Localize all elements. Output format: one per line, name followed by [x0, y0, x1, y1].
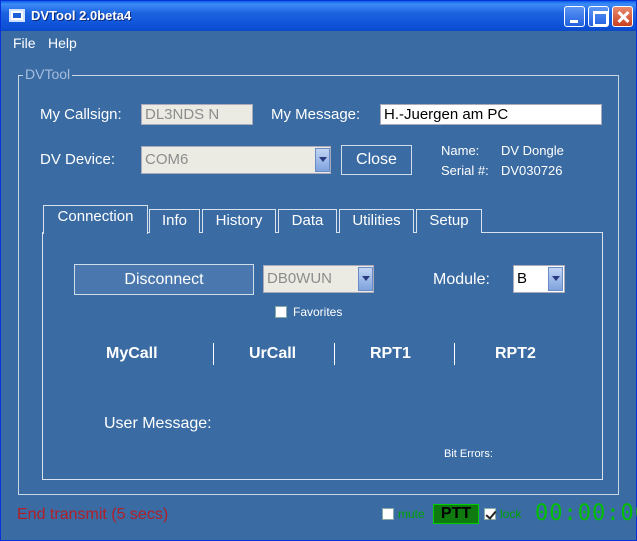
- device-label: DV Device:: [40, 151, 116, 168]
- column-mycall: MyCall: [106, 345, 158, 362]
- name-value: DV Dongle: [501, 143, 564, 158]
- column-rpt2: RPT2: [495, 345, 536, 362]
- window-title: DVTool 2.0beta4: [31, 8, 132, 23]
- title-bar[interactable]: DVTool 2.0beta4: [1, 1, 636, 31]
- chevron-down-icon[interactable]: [358, 267, 373, 291]
- column-rpt1: RPT1: [370, 345, 411, 362]
- close-window-button[interactable]: [612, 6, 633, 27]
- user-message-label: User Message:: [104, 415, 212, 432]
- menu-bar: File Help: [5, 32, 633, 54]
- serial-label: Serial #:: [441, 163, 489, 178]
- message-label: My Message:: [271, 106, 361, 123]
- timer-display: 00:00:00: [535, 501, 637, 526]
- column-divider: [213, 343, 214, 365]
- tab-data[interactable]: Data: [278, 209, 337, 233]
- app-icon: [9, 9, 25, 22]
- disconnect-button[interactable]: Disconnect: [74, 264, 254, 295]
- column-urcall: UrCall: [249, 345, 297, 362]
- chevron-down-icon[interactable]: [315, 148, 330, 172]
- menu-file[interactable]: File: [13, 35, 36, 51]
- favorites-checkbox[interactable]: [275, 306, 287, 318]
- favorites-label: Favorites: [293, 305, 343, 319]
- module-label: Module:: [433, 271, 490, 288]
- message-field[interactable]: H.-Juergen am PC: [380, 104, 602, 125]
- mute-label: mute: [398, 507, 425, 521]
- maximize-button[interactable]: [588, 6, 609, 27]
- callsign-field[interactable]: DL3NDS N: [141, 104, 253, 125]
- minimize-button[interactable]: [564, 6, 585, 27]
- lock-checkbox[interactable]: [484, 508, 496, 520]
- ptt-button[interactable]: PTT: [433, 504, 479, 524]
- callsign-label: My Callsign:: [40, 106, 122, 123]
- app-window: DVTool 2.0beta4 File Help DVTool My Call…: [0, 0, 637, 541]
- chevron-down-icon[interactable]: [548, 267, 563, 291]
- menu-help[interactable]: Help: [48, 35, 77, 51]
- tab-utilities[interactable]: Utilities: [339, 209, 414, 233]
- device-select[interactable]: COM6: [141, 146, 331, 174]
- tab-history[interactable]: History: [202, 209, 276, 233]
- bit-errors-label: Bit Errors:: [444, 448, 493, 460]
- status-text: End transmit (5 secs): [17, 506, 169, 523]
- name-label: Name:: [441, 143, 480, 158]
- column-divider: [334, 343, 335, 365]
- column-divider: [454, 343, 455, 365]
- lock-label: lock: [500, 507, 522, 521]
- close-device-button[interactable]: Close: [341, 145, 412, 175]
- tab-info[interactable]: Info: [149, 209, 200, 233]
- tab-connection[interactable]: Connection: [43, 205, 148, 234]
- mute-checkbox[interactable]: [382, 508, 394, 520]
- serial-value: DV030726: [501, 163, 563, 178]
- tab-setup[interactable]: Setup: [416, 209, 482, 233]
- group-label: DVTool: [23, 66, 73, 82]
